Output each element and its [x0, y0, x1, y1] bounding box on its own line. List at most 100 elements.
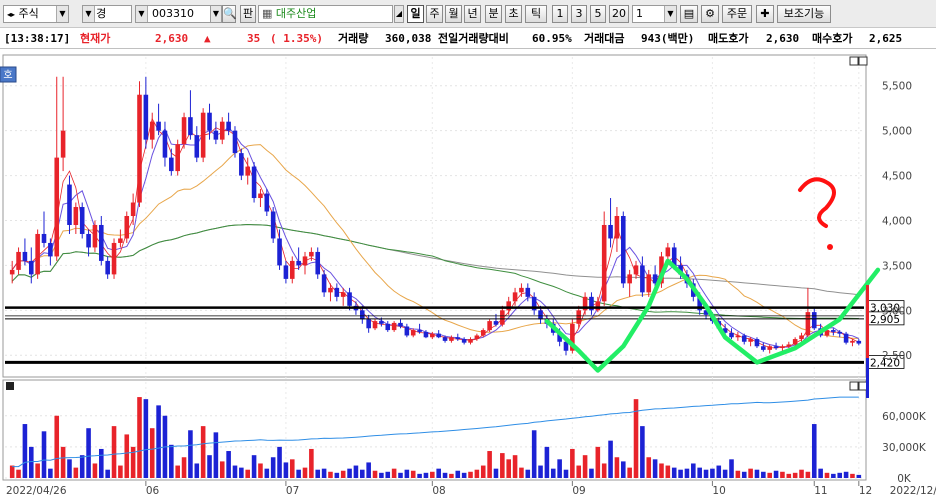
period-second-button[interactable]: 초	[505, 5, 522, 23]
candle-body	[207, 112, 212, 131]
volume-bar	[9, 465, 15, 478]
volume-tick-label: 60,000K	[882, 411, 927, 423]
period-day-button[interactable]: 일	[407, 5, 424, 23]
period-tick-button[interactable]: 틱	[525, 5, 547, 23]
volume-bar	[391, 468, 397, 478]
volume-ratio-value: 60.95%	[532, 32, 572, 45]
volume-bar	[239, 467, 244, 478]
settings-button[interactable]: ⚙	[701, 5, 719, 23]
volume-bar	[729, 459, 734, 478]
candle-body	[270, 211, 276, 239]
candle-body	[614, 216, 620, 239]
period-week-button[interactable]: 주	[426, 5, 443, 23]
volume-bar	[105, 469, 110, 478]
count-3-button[interactable]: 3	[571, 5, 587, 23]
chevron-down-icon[interactable]: ▼	[664, 6, 676, 22]
volume-tick-label: 0K	[897, 473, 912, 485]
volume-bar	[169, 444, 174, 478]
stock-chart[interactable]: 3,0302,9052,420 5,5005,0004,5004,0003,50…	[0, 50, 936, 499]
candle-body	[79, 207, 85, 234]
volume-bar	[334, 472, 340, 478]
volume-label: 거래량	[338, 32, 369, 45]
count-1-button[interactable]: 1	[552, 5, 568, 23]
volume-bar	[181, 457, 187, 478]
chevron-down-icon[interactable]: ◢	[394, 5, 404, 23]
candle-body	[302, 256, 308, 266]
chevron-down-icon[interactable]: ▼	[210, 5, 222, 23]
volume-bar	[35, 463, 40, 478]
candle-body	[105, 260, 110, 275]
volume-bar	[640, 426, 645, 478]
volume-bar	[659, 463, 664, 478]
candle-body	[283, 265, 289, 279]
candle-body	[843, 333, 849, 343]
period-minute-button[interactable]: 분	[485, 5, 502, 23]
volume-bar	[468, 471, 473, 478]
volume-bar	[289, 459, 295, 478]
candle-body	[398, 322, 403, 327]
volume-tick-label: 30,000K	[882, 442, 927, 454]
y-tick-label: 3,000	[882, 305, 912, 317]
candle-body	[449, 337, 454, 341]
order-button[interactable]: 주문	[722, 5, 752, 23]
chevron-down-icon[interactable]: ▼	[56, 6, 68, 22]
count-input[interactable]: 1 ▼	[632, 5, 677, 23]
volume-bar	[703, 469, 709, 478]
candle-body	[137, 94, 142, 203]
candle-body	[35, 233, 40, 275]
count-5-button[interactable]: 5	[590, 5, 606, 23]
save-button[interactable]: ▤	[680, 5, 698, 23]
candle-body	[213, 130, 219, 140]
x-axis-label: 06	[146, 485, 160, 497]
count-20-button[interactable]: 20	[609, 5, 629, 23]
current-price: 2,630	[155, 32, 189, 45]
change-select[interactable]: 변경 ▼	[82, 5, 132, 23]
period-month-button[interactable]: 월	[445, 5, 462, 23]
volume-bar	[550, 468, 556, 478]
volume-bar	[41, 431, 47, 478]
candle-body	[360, 310, 365, 320]
chevron-down-icon[interactable]: ▼	[83, 6, 95, 22]
candle-body	[340, 292, 346, 297]
candle-body	[219, 121, 225, 140]
volume-panel-icon[interactable]	[6, 382, 14, 390]
volume-bar	[576, 465, 582, 478]
volume-bar	[436, 468, 441, 478]
x-axis-label: 07	[286, 485, 299, 497]
volume-bar	[665, 465, 671, 478]
volume-bar	[410, 470, 416, 478]
volume-bar	[270, 457, 276, 478]
panel-restore-icon[interactable]	[849, 381, 859, 391]
volume-bar	[417, 473, 422, 478]
volume-bar	[188, 430, 193, 478]
market-select[interactable]: ◂▸ 주식 ▼	[3, 5, 69, 23]
period-year-button[interactable]: 년	[464, 5, 481, 23]
volume-bar	[149, 428, 155, 478]
panel-restore-icon[interactable]	[849, 56, 859, 66]
pan-button[interactable]: 판	[240, 5, 256, 23]
candle-body	[188, 117, 193, 136]
amount-label: 거래대금	[584, 32, 625, 45]
search-button[interactable]: 🔍	[222, 5, 237, 23]
volume-bar	[353, 465, 359, 478]
volume-bar	[799, 469, 804, 478]
panel-close-icon[interactable]	[858, 56, 868, 66]
aux-function-button[interactable]: 보조기능	[777, 5, 831, 23]
add-button[interactable]: ✚	[756, 5, 774, 23]
volume-bar	[767, 472, 772, 478]
volume-bar	[474, 469, 480, 478]
panel-close-icon[interactable]	[858, 381, 868, 391]
price-label: 현재가	[80, 32, 111, 45]
candle-body	[640, 265, 645, 293]
price-change-percent: ( 1.35%)	[270, 32, 323, 45]
candle-body	[366, 319, 371, 329]
volume-bar	[741, 471, 747, 478]
candle-body	[436, 333, 441, 338]
toolbar: ◂▸ 주식 ▼ 변경 ▼ 003310 ▼ ▼ 🔍 판 ▦ 대주산업 ◢ 일 주…	[0, 0, 936, 28]
candle-body	[519, 287, 524, 293]
chevron-down-icon[interactable]: ▼	[136, 6, 148, 22]
candle-body	[474, 335, 480, 340]
candle-body	[831, 330, 836, 332]
volume-bar	[455, 470, 461, 478]
candle-body	[792, 339, 798, 345]
